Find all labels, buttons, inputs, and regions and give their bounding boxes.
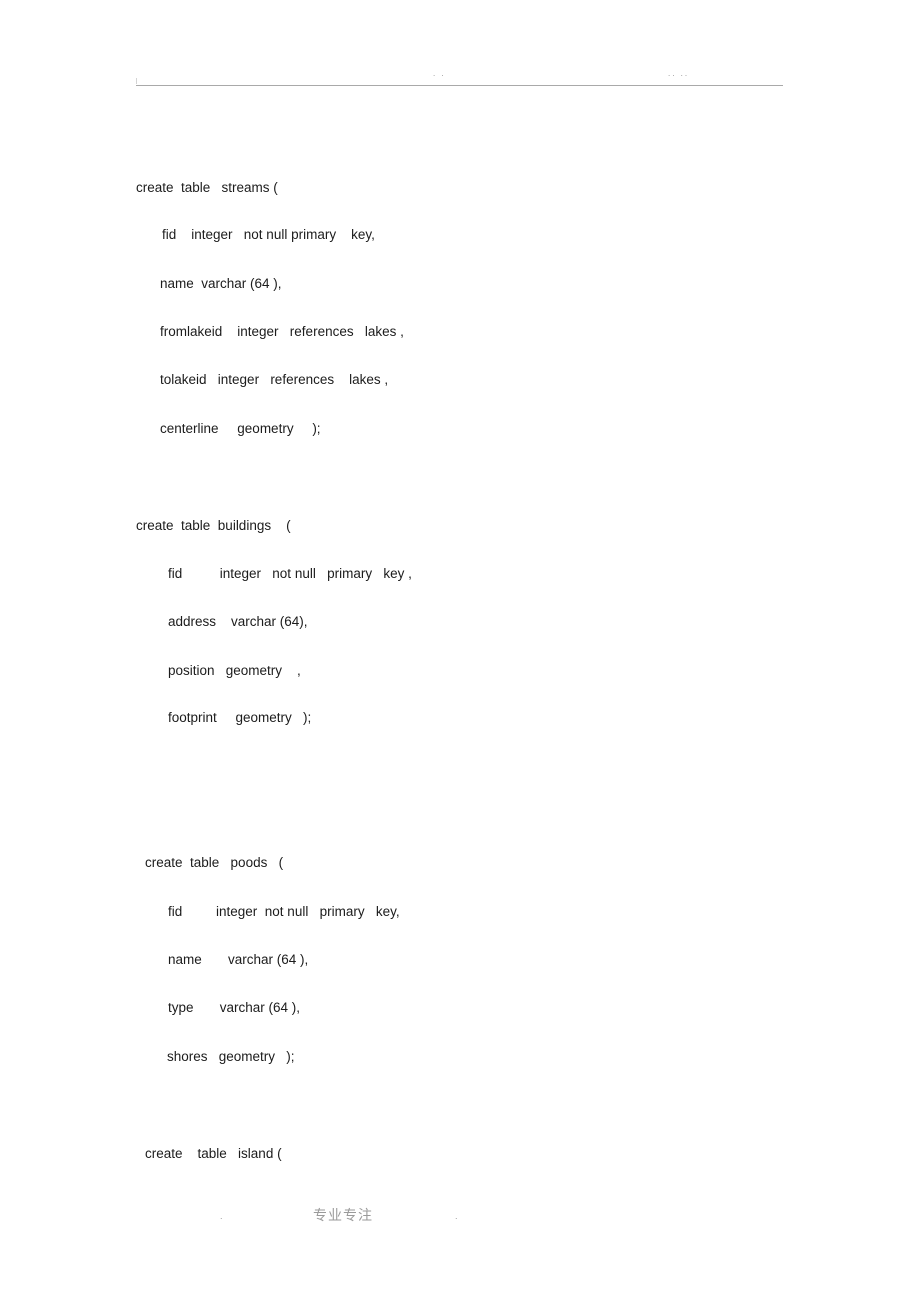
document-page: . . .. .. create table streams ( fid inte… bbox=[0, 0, 920, 1303]
code-line: fid integer not null primary key, bbox=[168, 904, 400, 919]
code-line: fid integer not null primary key , bbox=[168, 566, 412, 581]
code-line: name varchar (64 ), bbox=[160, 276, 282, 291]
code-line: type varchar (64 ), bbox=[168, 1000, 301, 1015]
code-line: shores geometry ); bbox=[167, 1049, 295, 1064]
header-divider-rule bbox=[136, 85, 783, 86]
code-line: tolakeid integer references lakes , bbox=[160, 372, 389, 387]
header-artifact-center: . . bbox=[433, 69, 446, 78]
code-line: fromlakeid integer references lakes , bbox=[160, 324, 404, 339]
code-line: fid integer not null primary key, bbox=[162, 227, 375, 242]
footer-dot-right: . bbox=[455, 1211, 458, 1221]
code-line: position geometry , bbox=[168, 663, 301, 678]
code-line: create table island ( bbox=[145, 1146, 282, 1161]
code-line: create table streams ( bbox=[136, 180, 278, 195]
code-line: centerline geometry ); bbox=[160, 421, 321, 436]
page-footer: . 专业专注 . bbox=[0, 1200, 920, 1240]
code-line: create table poods ( bbox=[145, 855, 284, 870]
header-artifact-right: .. .. bbox=[668, 69, 690, 78]
footer-dot-left: . bbox=[220, 1211, 223, 1221]
header-rule-tick bbox=[136, 78, 137, 84]
code-line: name varchar (64 ), bbox=[168, 952, 309, 967]
footer-text: 专业专注 bbox=[313, 1208, 373, 1224]
page-header: . . .. .. bbox=[0, 60, 920, 92]
code-line: address varchar (64), bbox=[168, 614, 308, 629]
code-line: create table buildings ( bbox=[136, 518, 291, 533]
code-line: footprint geometry ); bbox=[168, 710, 312, 725]
